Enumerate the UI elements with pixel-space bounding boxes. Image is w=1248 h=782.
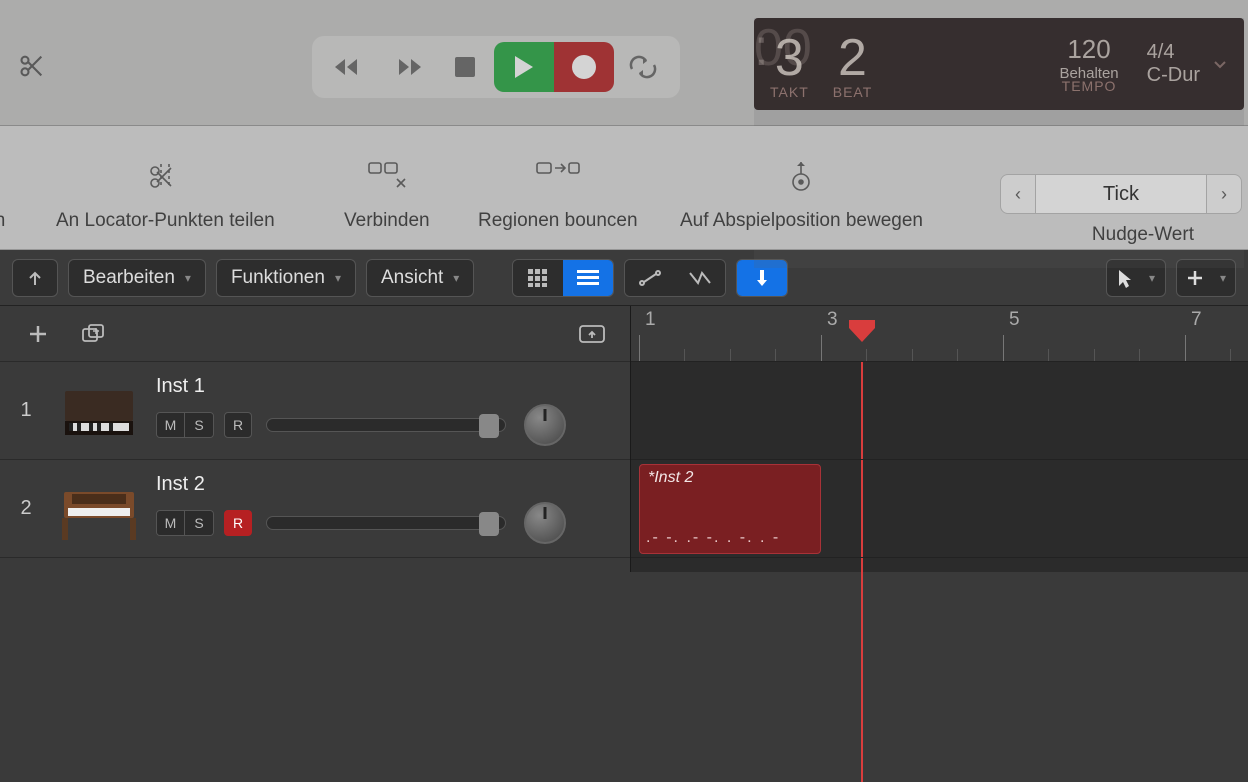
automation-curve-button[interactable] <box>625 260 675 296</box>
ruler-mark: 1 <box>645 309 656 331</box>
lcd-chevron-icon[interactable] <box>1200 56 1228 72</box>
region-midi-preview: .- -. .- -. . -. . - <box>646 529 814 547</box>
tool-bounce[interactable]: Regionen bouncen <box>478 210 638 232</box>
forward-button[interactable] <box>378 42 436 92</box>
pan-knob[interactable] <box>524 404 566 446</box>
functions-menu[interactable]: Funktionen▾ <box>216 259 356 297</box>
timeline-ruler[interactable]: 1 3 5 7 <box>631 306 1248 362</box>
ruler-mark: 5 <box>1009 309 1020 331</box>
pan-knob[interactable] <box>524 502 566 544</box>
track-row[interactable]: 2 Inst 2 M S R <box>0 460 630 558</box>
scissors-icon[interactable] <box>18 52 46 80</box>
nudge-value[interactable]: Tick <box>1036 174 1206 214</box>
track-icon <box>52 372 146 450</box>
midi-region[interactable]: *Inst 2 .- -. .- -. . -. . - <box>639 464 821 554</box>
pointer-tool[interactable]: ▾ <box>1106 259 1166 297</box>
track-name[interactable]: Inst 1 <box>156 375 620 398</box>
volume-slider[interactable] <box>266 418 506 432</box>
track-lane[interactable] <box>631 362 1248 460</box>
lcd-display[interactable]: 00 : 3 TAKT 2 BEAT 120 Behalten TEMPO 4/… <box>754 18 1244 110</box>
ruler-mark: 7 <box>1191 309 1202 331</box>
volume-slider[interactable] <box>266 516 506 530</box>
catch-segment <box>736 259 788 297</box>
mute-button[interactable]: M <box>157 413 185 437</box>
solo-button[interactable]: S <box>185 511 213 535</box>
global-tracks-button[interactable] <box>572 317 612 351</box>
view-menu[interactable]: Ansicht▾ <box>366 259 474 297</box>
view-grid-button[interactable] <box>513 260 563 296</box>
add-track-button[interactable] <box>18 317 58 351</box>
track-icon <box>52 470 146 548</box>
view-list-button[interactable] <box>563 260 613 296</box>
track-row[interactable]: 1 Inst 1 M S R <box>0 362 630 460</box>
tool-cut-partial[interactable]: len <box>0 210 5 232</box>
track-number: 1 <box>0 399 52 422</box>
view-mode-segment <box>512 259 614 297</box>
lcd-timesig[interactable]: 4/4 <box>1147 41 1175 64</box>
ruler-mark: 3 <box>827 309 838 331</box>
play-button[interactable] <box>494 42 554 92</box>
record-enable-button[interactable]: R <box>224 510 252 536</box>
merge-icon <box>344 150 430 202</box>
stop-button[interactable] <box>436 42 494 92</box>
duplicate-track-button[interactable] <box>74 317 114 351</box>
hide-track-headers-button[interactable] <box>12 259 58 297</box>
lcd-beat-label: BEAT <box>833 84 873 100</box>
track-number: 2 <box>0 497 52 520</box>
record-enable-button[interactable]: R <box>224 412 252 438</box>
add-tool[interactable]: ▾ <box>1176 259 1236 297</box>
tool-move-playhead[interactable]: Auf Abspielposition bewegen <box>680 210 923 232</box>
cycle-button[interactable] <box>614 42 672 92</box>
lcd-bar: 3 <box>775 28 804 88</box>
tool-split-locators[interactable]: An Locator-Punkten teilen <box>56 210 275 232</box>
lcd-key[interactable]: C-Dur <box>1147 64 1200 87</box>
nudge-value-stepper: ‹ Tick › <box>1000 174 1242 214</box>
record-button[interactable] <box>554 42 614 92</box>
transport-controls <box>312 36 680 98</box>
split-locators-icon <box>56 150 275 202</box>
mute-solo-buttons: M S <box>156 412 214 438</box>
region-name: *Inst 2 <box>648 469 812 487</box>
nudge-prev-button[interactable]: ‹ <box>1000 174 1036 214</box>
lcd-tempo[interactable]: 120 <box>1067 34 1110 65</box>
automation-segment <box>624 259 726 297</box>
tool-merge[interactable]: Verbinden <box>344 210 430 232</box>
track-name[interactable]: Inst 2 <box>156 473 620 496</box>
lcd-tempo-label: TEMPO <box>1062 78 1117 94</box>
lcd-beat: 2 <box>838 28 867 88</box>
lcd-bar-label: TAKT <box>770 84 809 100</box>
edit-menu[interactable]: Bearbeiten▾ <box>68 259 206 297</box>
move-to-playhead-icon <box>680 150 923 202</box>
automation-flex-button[interactable] <box>675 260 725 296</box>
nudge-next-button[interactable]: › <box>1206 174 1242 214</box>
rewind-button[interactable] <box>320 42 378 92</box>
mute-button[interactable]: M <box>157 511 185 535</box>
mute-solo-buttons: M S <box>156 510 214 536</box>
nudge-label: Nudge-Wert <box>1092 224 1194 246</box>
solo-button[interactable]: S <box>185 413 213 437</box>
bounce-icon <box>478 150 638 202</box>
catch-playhead-button[interactable] <box>737 260 787 296</box>
playhead-marker-icon[interactable] <box>849 320 875 342</box>
